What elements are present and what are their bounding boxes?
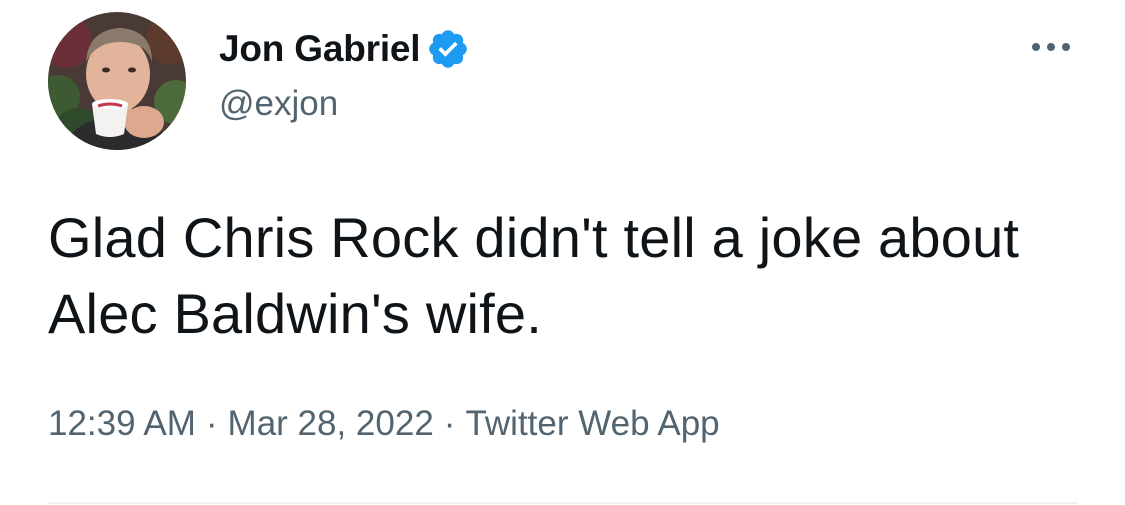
more-options-icon-dot (1062, 43, 1070, 51)
more-options-button[interactable] (1026, 30, 1076, 64)
tweet-source[interactable]: Twitter Web App (465, 404, 719, 443)
avatar[interactable] (48, 12, 186, 150)
tweet-text: Glad Chris Rock didn't tell a joke about… (48, 206, 1020, 345)
verified-badge-icon (426, 27, 470, 71)
more-options-icon-dot (1047, 43, 1055, 51)
tweet-date[interactable]: Mar 28, 2022 (228, 404, 434, 443)
divider (48, 502, 1078, 504)
author-display-name[interactable]: Jon Gabriel (219, 28, 421, 70)
tweet-metadata: 12:39 AM · Mar 28, 2022 · Twitter Web App (48, 404, 720, 444)
author-name-row[interactable]: Jon Gabriel (219, 24, 470, 74)
avatar-image (48, 12, 186, 150)
meta-separator: · (443, 404, 456, 443)
tweet-card: Jon Gabriel @exjon Glad Chris Rock didn'… (0, 0, 1125, 505)
more-options-icon (1032, 43, 1040, 51)
tweet-time[interactable]: 12:39 AM (48, 404, 196, 443)
meta-separator: · (205, 404, 218, 443)
author-handle[interactable]: @exjon (219, 84, 338, 124)
